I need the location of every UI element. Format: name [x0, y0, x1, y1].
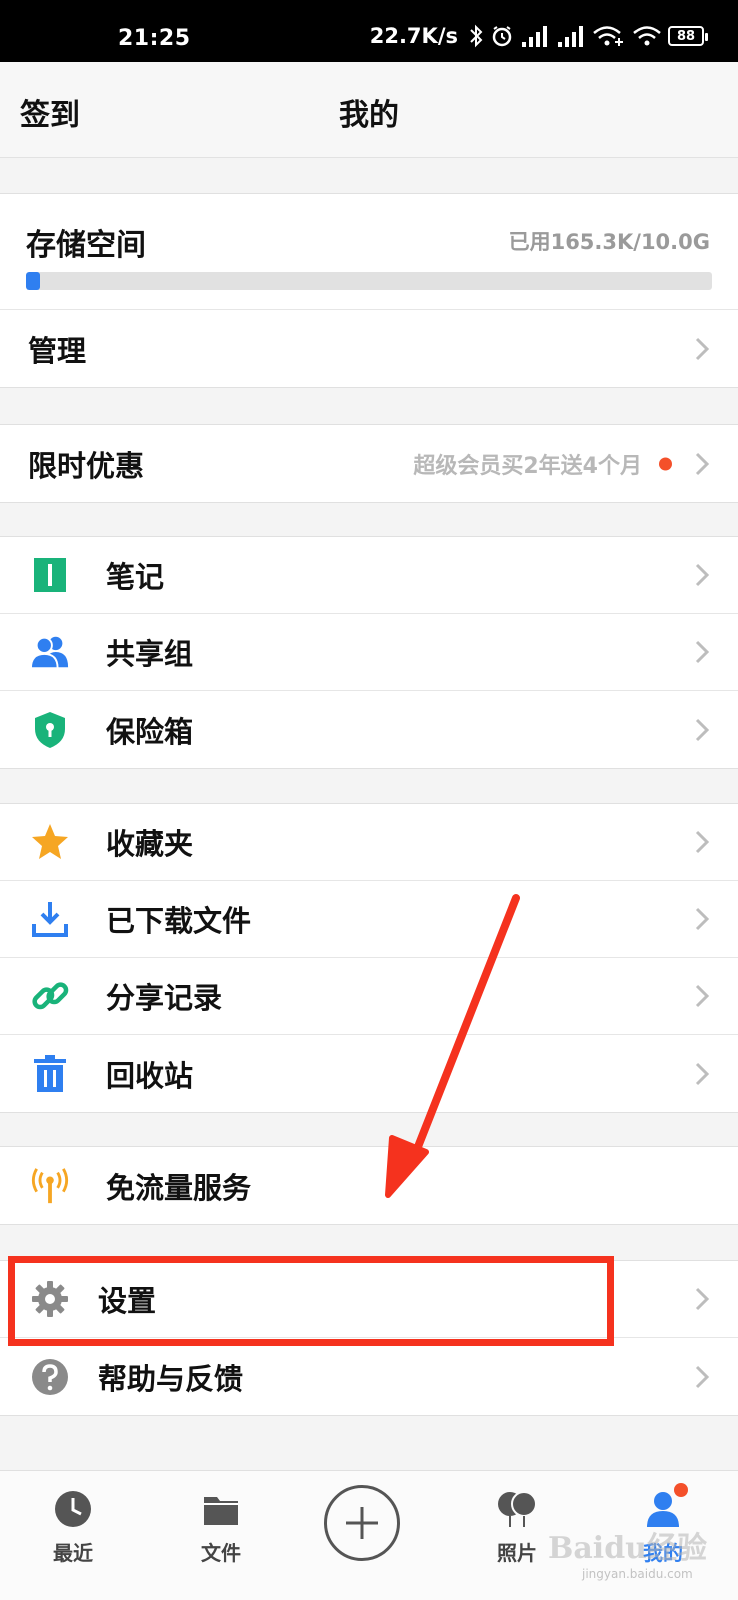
folder-icon	[199, 1487, 243, 1531]
tab-recent[interactable]: 最近	[18, 1487, 128, 1566]
bottom-tab-bar: 最近 文件 照片 我的 Baidu经验 jingyan.baidu.com	[0, 1470, 738, 1600]
photos-icon	[495, 1487, 539, 1531]
tab-files[interactable]: 文件	[166, 1487, 276, 1566]
tab-files-label: 文件	[201, 1541, 241, 1565]
watermark-logo: Baidu经验	[548, 1531, 707, 1566]
tab-recent-label: 最近	[53, 1541, 93, 1565]
clock-icon	[51, 1487, 95, 1531]
annotation-highlight-box	[8, 1256, 614, 1346]
tab-mine-badge-dot	[674, 1483, 688, 1497]
annotation-arrow	[385, 894, 520, 1198]
add-button[interactable]	[324, 1485, 400, 1561]
watermark-url: jingyan.baidu.com	[582, 1567, 693, 1581]
